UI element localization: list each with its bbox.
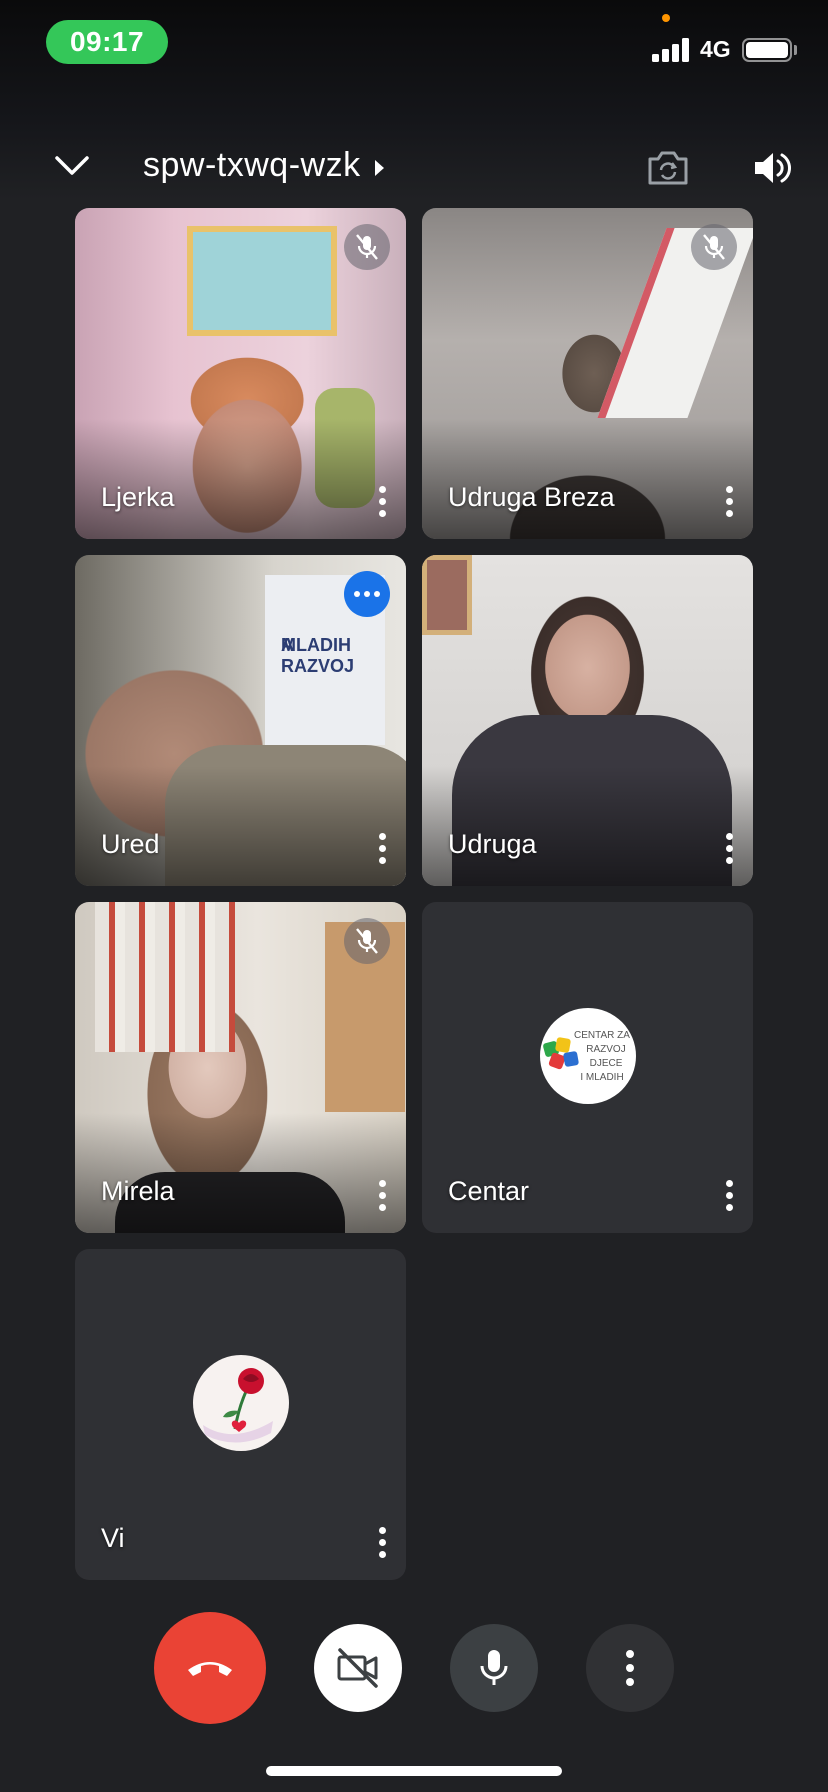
participant-options-button[interactable] [715,481,743,521]
picture-frame [422,555,472,635]
more-vertical-icon [626,1650,634,1686]
participant-name: Udruga Breza [448,482,615,512]
participant-tile-mirela[interactable]: Mirela [75,902,406,1233]
participant-name: Vi [101,1523,125,1553]
phone-hangup-icon [188,1662,232,1676]
participant-options-button[interactable] [368,1175,396,1215]
more-options-badge-icon [344,571,390,617]
wall-poster [187,226,337,336]
puzzle-logo-icon: CENTAR ZA RAZVOJ DJECE I MLADIH [542,1030,630,1083]
end-call-button[interactable] [154,1612,266,1724]
participant-name: Udruga [448,829,537,859]
speaker-icon [755,153,792,183]
microphone-off-icon [691,224,737,270]
signal-icon [652,38,692,62]
call-controls [0,1612,828,1724]
battery-tip [794,45,797,55]
svg-text:I MLADIH: I MLADIH [580,1072,623,1083]
participant-options-button[interactable] [368,828,396,868]
participant-options-button[interactable] [715,1175,743,1215]
participant-name: Mirela [101,1176,175,1206]
participant-options-button[interactable] [368,481,396,521]
bookshelf [95,902,235,1052]
chevron-down-icon [55,156,89,175]
participant-tile-self[interactable]: Vi [75,1249,406,1580]
meeting-code: spw-txwq-wzk [143,146,361,184]
participant-tile-ured[interactable]: A RAZVOJ MLADIH Ured [75,555,406,886]
camera-flip-icon [648,151,688,185]
battery-icon [742,38,792,62]
meeting-code-button[interactable]: spw-txwq-wzk [143,146,384,185]
centar-logo-avatar: CENTAR ZA RAZVOJ DJECE I MLADIH [539,1007,636,1104]
microphone-off-icon [344,224,390,270]
svg-text:CENTAR ZA: CENTAR ZA [574,1030,630,1041]
svg-text:RAZVOJ: RAZVOJ [586,1044,625,1055]
status-bar: 09:17 4G [0,0,828,90]
microphone-in-use-indicator [662,14,670,22]
collapse-button[interactable] [44,138,100,194]
participant-name: Ljerka [101,482,175,512]
self-avatar [192,1354,289,1451]
participant-name: Ured [101,829,160,859]
audio-output-button[interactable] [744,140,800,196]
more-options-button[interactable] [586,1624,674,1712]
participant-options-button[interactable] [368,1522,396,1562]
camera-off-icon [337,1648,378,1688]
participant-options-button[interactable] [715,828,743,868]
participant-tile-udruga-breza[interactable]: Udruga Breza [422,208,753,539]
network-type: 4G [700,36,731,62]
caret-right-icon [374,159,384,176]
switch-camera-button[interactable] [640,140,696,196]
home-indicator[interactable] [266,1766,562,1776]
rose-icon [202,1367,273,1443]
camera-toggle-button[interactable] [314,1624,402,1712]
participant-tile-centar[interactable]: CENTAR ZA RAZVOJ DJECE I MLADIH Centar [422,902,753,1233]
participant-name: Centar [448,1176,530,1206]
microphone-toggle-button[interactable] [450,1624,538,1712]
microphone-off-icon [344,918,390,964]
status-time: 09:17 [46,20,168,64]
participant-tile-udruga[interactable]: Udruga [422,555,753,886]
microphone-icon [480,1650,508,1685]
svg-text:DJECE: DJECE [589,1058,622,1069]
participant-tile-ljerka[interactable]: Ljerka [75,208,406,539]
meeting-bar: spw-txwq-wzk [0,130,828,210]
